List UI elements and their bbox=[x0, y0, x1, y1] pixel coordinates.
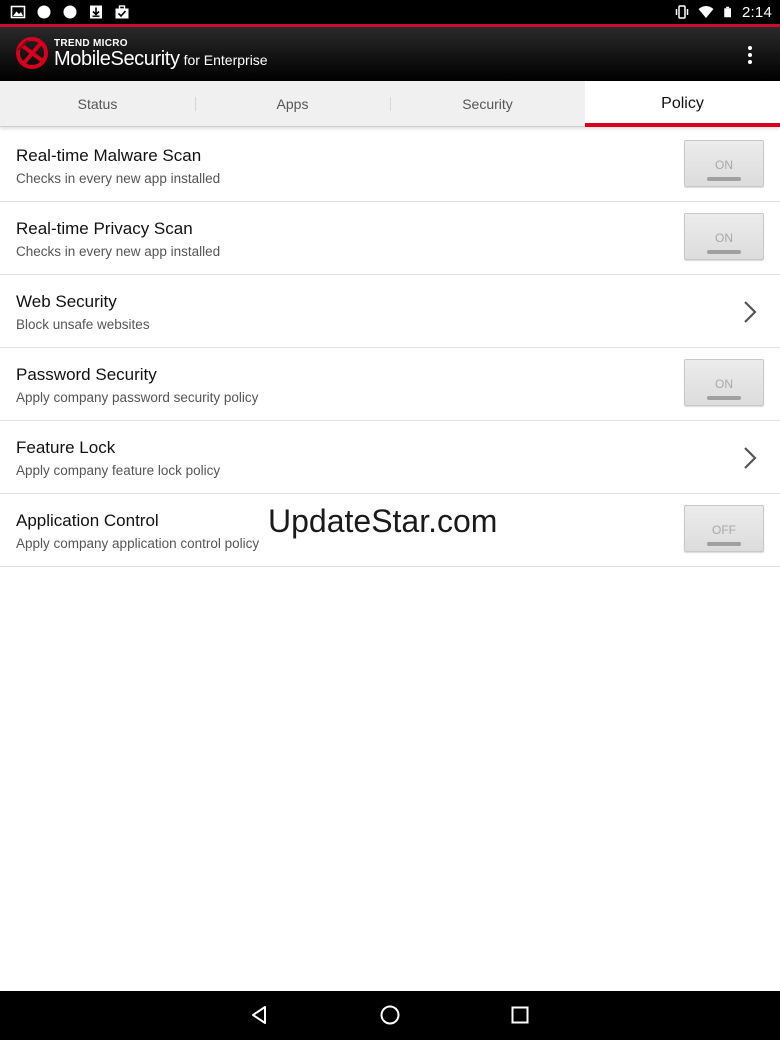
brand-main-label: MobileSecurity bbox=[54, 48, 180, 70]
policy-item-subtitle: Checks in every new app installed bbox=[16, 171, 221, 186]
status-time: 2:14 bbox=[742, 3, 772, 21]
app-title: MobileSecurity for Enterprise bbox=[54, 48, 268, 71]
navigation-bar bbox=[0, 991, 780, 1040]
image-icon bbox=[10, 5, 26, 19]
application-control-toggle[interactable]: OFF bbox=[684, 505, 764, 552]
policy-item-feature-lock[interactable]: Feature Lock Apply company feature lock … bbox=[0, 421, 780, 494]
status-bar-notifications bbox=[10, 3, 130, 21]
home-icon[interactable] bbox=[378, 1003, 402, 1027]
app-bar: TREND MICRO MobileSecurity for Enterprise bbox=[0, 24, 780, 81]
tab-apps[interactable]: Apps bbox=[195, 81, 390, 126]
recents-icon[interactable] bbox=[508, 1003, 532, 1027]
policy-item-realtime-malware-scan[interactable]: Real-time Malware Scan Checks in every n… bbox=[0, 129, 780, 202]
policy-item-web-security[interactable]: Web Security Block unsafe websites bbox=[0, 275, 780, 348]
policy-item-title: Real-time Malware Scan bbox=[16, 146, 202, 165]
policy-item-title: Password Security bbox=[16, 365, 157, 384]
tab-status[interactable]: Status bbox=[0, 81, 195, 126]
password-security-toggle[interactable]: ON bbox=[684, 359, 764, 406]
status-bar: 2:14 bbox=[0, 0, 780, 24]
chevron-right-icon[interactable] bbox=[740, 445, 760, 471]
tab-bar: Status Apps Security Policy bbox=[0, 81, 780, 127]
vibrate-icon bbox=[675, 5, 689, 19]
chevron-right-icon[interactable] bbox=[740, 299, 760, 325]
toggle-state-label: ON bbox=[715, 377, 733, 391]
status-bar-system: 2:14 bbox=[674, 2, 772, 22]
policy-item-password-security[interactable]: Password Security Apply company password… bbox=[0, 348, 780, 421]
policy-item-subtitle: Block unsafe websites bbox=[16, 317, 150, 332]
watermark: UpdateStar.com bbox=[268, 503, 498, 539]
overflow-menu-icon[interactable] bbox=[742, 42, 758, 68]
tab-security[interactable]: Security bbox=[390, 81, 585, 126]
privacy-scan-toggle[interactable]: ON bbox=[684, 213, 764, 260]
policy-item-title: Web Security bbox=[16, 292, 117, 311]
policy-item-subtitle: Checks in every new app installed bbox=[16, 244, 221, 259]
briefcase-icon bbox=[115, 5, 129, 19]
policy-item-subtitle: Apply company application control policy bbox=[16, 536, 260, 551]
toggle-state-label: ON bbox=[715, 158, 733, 172]
dot-icon bbox=[37, 5, 51, 19]
brand-suffix-label: for Enterprise bbox=[183, 52, 268, 68]
policy-item-subtitle: Apply company password security policy bbox=[16, 390, 259, 405]
policy-list: Real-time Malware Scan Checks in every n… bbox=[0, 129, 780, 567]
policy-item-title: Feature Lock bbox=[16, 438, 116, 457]
policy-item-title: Real-time Privacy Scan bbox=[16, 219, 193, 238]
trend-micro-logo-icon bbox=[16, 37, 48, 69]
battery-icon bbox=[724, 6, 731, 18]
policy-item-realtime-privacy-scan[interactable]: Real-time Privacy Scan Checks in every n… bbox=[0, 202, 780, 275]
policy-item-subtitle: Apply company feature lock policy bbox=[16, 463, 221, 478]
back-icon[interactable] bbox=[248, 1003, 272, 1027]
dot-icon bbox=[63, 5, 77, 19]
download-icon bbox=[90, 5, 102, 19]
wifi-icon bbox=[698, 6, 714, 18]
toggle-state-label: OFF bbox=[712, 523, 736, 537]
tab-policy[interactable]: Policy bbox=[585, 81, 780, 127]
toggle-state-label: ON bbox=[715, 231, 733, 245]
policy-item-title: Application Control bbox=[16, 511, 159, 530]
malware-scan-toggle[interactable]: ON bbox=[684, 140, 764, 187]
